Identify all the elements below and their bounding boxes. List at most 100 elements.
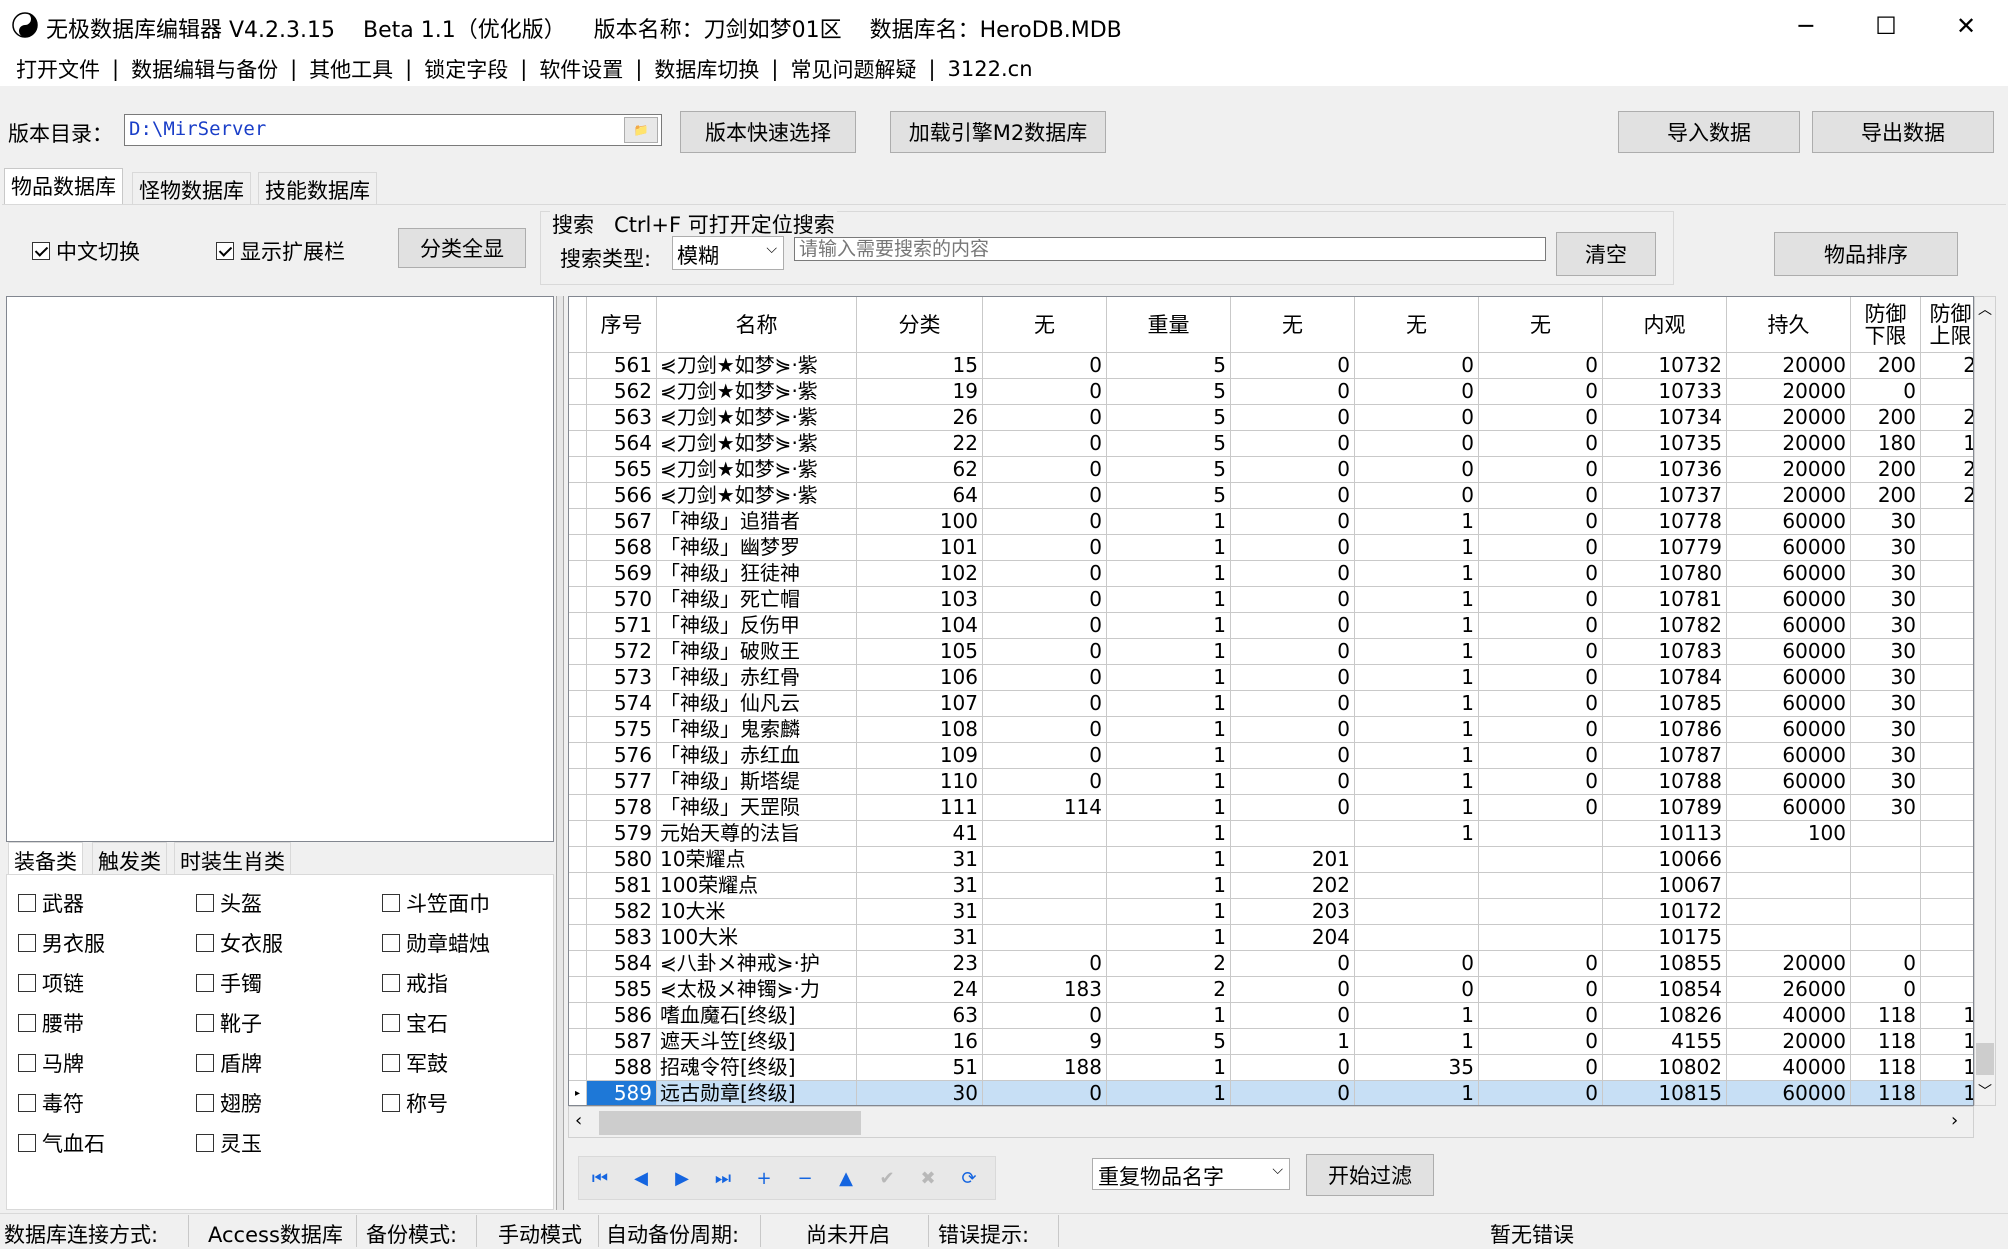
table-cell[interactable] xyxy=(1851,925,1921,951)
last-record-icon[interactable]: ⏭ xyxy=(710,1167,736,1191)
table-cell[interactable] xyxy=(1921,665,1973,691)
table-cell[interactable]: 0 xyxy=(1231,379,1355,405)
table-cell[interactable]: 578 xyxy=(587,795,657,821)
table-row[interactable]: 575 「神级」鬼索麟 108 0 1 0 1 0 10786 60000 30 xyxy=(569,717,1973,743)
table-cell[interactable] xyxy=(1921,769,1973,795)
table-cell[interactable]: 60000 xyxy=(1727,639,1851,665)
table-cell[interactable]: 0 xyxy=(1231,665,1355,691)
table-cell[interactable]: 5 xyxy=(1107,431,1231,457)
table-cell[interactable]: 100 xyxy=(1727,821,1851,847)
table-cell[interactable]: 30 xyxy=(1851,717,1921,743)
table-cell[interactable]: 0 xyxy=(1479,587,1603,613)
table-cell[interactable]: 1 xyxy=(1107,587,1231,613)
table-cell[interactable]: 60000 xyxy=(1727,743,1851,769)
table-cell[interactable]: 1 xyxy=(1107,795,1231,821)
table-cell[interactable]: 0 xyxy=(983,1003,1107,1029)
table-cell[interactable]: 26 xyxy=(857,405,983,431)
table-cell[interactable]: 1 xyxy=(1355,535,1479,561)
table-cell[interactable]: 0 xyxy=(1231,587,1355,613)
table-cell[interactable]: 31 xyxy=(857,925,983,951)
category-checkbox[interactable]: 翅膀 xyxy=(196,1088,262,1118)
table-cell[interactable]: 118 xyxy=(1851,1003,1921,1029)
table-cell[interactable]: 「神级」仙凡云 xyxy=(657,691,857,717)
table-cell[interactable] xyxy=(1921,509,1973,535)
table-cell[interactable]: 0 xyxy=(1231,977,1355,1003)
prev-record-icon[interactable]: ◀ xyxy=(628,1167,654,1191)
table-cell[interactable]: 1 xyxy=(1921,1055,1973,1081)
table-cell[interactable]: 0 xyxy=(1231,561,1355,587)
column-header[interactable]: 无 xyxy=(1231,297,1355,353)
table-cell[interactable]: 581 xyxy=(587,873,657,899)
table-cell[interactable]: 0 xyxy=(1479,561,1603,587)
table-row[interactable]: 578 「神级」天罡陨 111 114 1 0 1 0 10789 60000 30 xyxy=(569,795,1973,821)
table-cell[interactable] xyxy=(1355,847,1479,873)
table-cell[interactable]: 60000 xyxy=(1727,1081,1851,1105)
table-row[interactable]: 563⋞刀剑★如梦⋟·紫260500010734200002002 xyxy=(569,405,1973,431)
table-cell[interactable]: 0 xyxy=(1479,717,1603,743)
table-row[interactable]: 569 「神级」狂徒神 102 0 1 0 1 0 10780 60000 30 xyxy=(569,561,1973,587)
sort-items-button[interactable]: 物品排序 xyxy=(1774,232,1958,276)
table-cell[interactable]: 0 xyxy=(1851,977,1921,1003)
table-cell[interactable]: 0 xyxy=(1231,431,1355,457)
table-cell[interactable]: 575 xyxy=(587,717,657,743)
table-cell[interactable]: 64 xyxy=(857,483,983,509)
table-cell[interactable]: 200 xyxy=(1851,353,1921,379)
scroll-down-icon[interactable]: ﹀ xyxy=(1978,1081,1992,1101)
table-cell[interactable]: 573 xyxy=(587,665,657,691)
table-cell[interactable] xyxy=(1479,821,1603,847)
category-checkbox[interactable]: 灵玉 xyxy=(196,1128,262,1158)
row-indicator[interactable] xyxy=(569,691,587,717)
table-cell[interactable]: 0 xyxy=(1479,379,1603,405)
row-indicator[interactable] xyxy=(569,847,587,873)
table-row[interactable]: ▸589远古勋章[终级]300101010815600001181 xyxy=(569,1081,1973,1105)
row-indicator[interactable] xyxy=(569,925,587,951)
table-cell[interactable]: 183 xyxy=(983,977,1107,1003)
table-cell[interactable]: 0 xyxy=(983,665,1107,691)
row-indicator[interactable] xyxy=(569,899,587,925)
minimize-button[interactable]: ─ xyxy=(1766,0,1846,52)
table-cell[interactable]: 0 xyxy=(1231,613,1355,639)
table-cell[interactable] xyxy=(983,821,1107,847)
table-cell[interactable]: 200 xyxy=(1851,405,1921,431)
category-checkbox[interactable]: 气血石 xyxy=(18,1128,105,1158)
column-header[interactable]: 内观 xyxy=(1603,297,1727,353)
table-row[interactable]: 582 10大米 31 1 203 10172 xyxy=(569,899,1973,925)
table-row[interactable]: 571 「神级」反伤甲 104 0 1 0 1 0 10782 60000 30 xyxy=(569,613,1973,639)
table-cell[interactable]: 0 xyxy=(1231,535,1355,561)
folder-icon[interactable]: 📁 xyxy=(624,117,658,143)
table-cell[interactable]: 60000 xyxy=(1727,691,1851,717)
delete-record-icon[interactable]: − xyxy=(792,1167,818,1191)
table-cell[interactable]: 60000 xyxy=(1727,587,1851,613)
table-cell[interactable]: 0 xyxy=(983,613,1107,639)
table-cell[interactable]: 元始天尊的法旨 xyxy=(657,821,857,847)
first-record-icon[interactable]: ⏮ xyxy=(587,1167,613,1191)
table-cell[interactable]: 0 xyxy=(1231,405,1355,431)
table-cell[interactable]: 571 xyxy=(587,613,657,639)
category-checkbox[interactable]: 斗笠面巾 xyxy=(382,888,490,918)
search-input[interactable]: 请输入需要搜索的内容 xyxy=(794,237,1546,261)
row-indicator[interactable] xyxy=(569,1003,587,1029)
table-cell[interactable]: 1 xyxy=(1107,1081,1231,1105)
subtab-equipment[interactable]: 装备类 xyxy=(8,842,83,874)
column-header[interactable]: 防御 上限 xyxy=(1921,297,1973,353)
row-indicator[interactable] xyxy=(569,431,587,457)
table-cell[interactable] xyxy=(1921,821,1973,847)
category-checkbox[interactable]: 勋章蜡烛 xyxy=(382,928,490,958)
table-cell[interactable]: 2 xyxy=(1107,951,1231,977)
panel-splitter[interactable] xyxy=(556,296,564,1210)
table-cell[interactable]: 1 xyxy=(1107,665,1231,691)
table-cell[interactable] xyxy=(1479,899,1603,925)
scroll-thumb[interactable] xyxy=(599,1111,861,1135)
start-filter-button[interactable]: 开始过滤 xyxy=(1306,1154,1434,1196)
table-row[interactable]: 574 「神级」仙凡云 107 0 1 0 1 0 10785 60000 30 xyxy=(569,691,1973,717)
column-header[interactable]: 重量 xyxy=(1107,297,1231,353)
table-cell[interactable]: 0 xyxy=(1479,743,1603,769)
table-cell[interactable]: ⋞刀剑★如梦⋟·紫 xyxy=(657,457,857,483)
table-cell[interactable]: 「神级」幽梦罗 xyxy=(657,535,857,561)
table-cell[interactable]: 「神级」狂徒神 xyxy=(657,561,857,587)
table-cell[interactable]: 23 xyxy=(857,951,983,977)
show-ext-checkbox[interactable]: 显示扩展栏 xyxy=(216,236,345,266)
table-cell[interactable]: 10735 xyxy=(1603,431,1727,457)
table-cell[interactable]: 10815 xyxy=(1603,1081,1727,1105)
table-cell[interactable] xyxy=(1851,899,1921,925)
